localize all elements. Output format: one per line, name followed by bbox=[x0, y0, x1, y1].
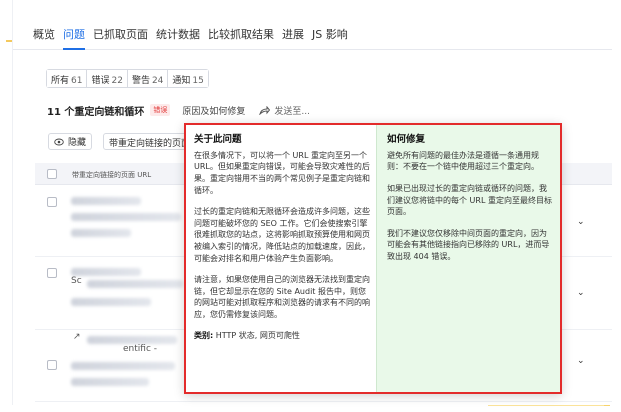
url-blurred bbox=[71, 362, 175, 370]
filter-all[interactable]: 所有 61 bbox=[47, 70, 88, 87]
about-issue-paragraph: 过长的重定向链和无限循环会造成许多问题，这些问题可能破坏您的 SEO 工作。它们… bbox=[194, 207, 370, 263]
issue-filter-group: 所有 61 错误 22 警告 24 通知 15 bbox=[46, 69, 209, 88]
tab-statistics[interactable]: 统计数据 bbox=[156, 20, 200, 50]
why-and-how-link[interactable]: 原因及如何修复 bbox=[182, 104, 245, 117]
expand-chevron-icon[interactable]: ⌄ bbox=[577, 288, 585, 298]
url-blurred bbox=[71, 378, 149, 386]
hide-button[interactable]: 隐藏 bbox=[48, 133, 93, 150]
issue-title: 11 个重定向链和循环 bbox=[47, 106, 145, 118]
tab-overview[interactable]: 概览 bbox=[33, 20, 55, 50]
column-header-url[interactable]: 带重定向链接的页面 URL bbox=[72, 170, 151, 180]
error-badge: 错误 bbox=[150, 104, 171, 116]
how-to-fix-paragraph: 避免所有问题的最佳办法是遵循一条通用规则：不要在一个链中使用超过三个重定向。 bbox=[387, 150, 539, 172]
about-issue-title: 关于此问题 bbox=[194, 134, 242, 145]
row-checkbox[interactable] bbox=[47, 360, 57, 370]
tab-js-impact[interactable]: JS 影响 bbox=[312, 20, 348, 50]
share-arrow-icon bbox=[259, 105, 271, 115]
url-blurred bbox=[71, 298, 151, 306]
issue-category: 类别: HTTP 状态, 网页可爬性 bbox=[194, 330, 370, 342]
url-text: entific - bbox=[123, 344, 157, 354]
select-all-checkbox[interactable] bbox=[47, 169, 57, 179]
about-issue-column: 关于此问题 在很多情况下，可以将一个 URL 重定向至另一个 URL。但如果重定… bbox=[186, 125, 376, 392]
row-checkbox[interactable] bbox=[47, 268, 57, 278]
filter-notices[interactable]: 通知 15 bbox=[168, 70, 208, 87]
external-link-icon[interactable]: ↗ bbox=[73, 332, 81, 342]
tab-crawled-pages[interactable]: 已抓取页面 bbox=[93, 20, 148, 50]
eye-icon bbox=[54, 138, 64, 145]
url-blurred bbox=[71, 213, 181, 221]
tab-issues[interactable]: 问题 bbox=[63, 20, 85, 50]
filter-errors[interactable]: 错误 22 bbox=[87, 70, 128, 87]
expand-chevron-icon[interactable]: ⌄ bbox=[577, 356, 585, 366]
tab-compare-crawls[interactable]: 比较抓取结果 bbox=[208, 20, 274, 50]
how-to-fix-paragraph: 如果已出现过长的重定向链或循环的问题，我们建议您将链中的每个 URL 重定向至最… bbox=[387, 183, 552, 217]
how-to-fix-title: 如何修复 bbox=[387, 134, 426, 145]
url-text: Sc bbox=[71, 276, 82, 286]
url-blurred bbox=[87, 336, 177, 344]
issue-header: 11 个重定向链和循环 错误 原因及如何修复 发送至... bbox=[47, 102, 310, 118]
send-to-label: 发送至... bbox=[274, 106, 311, 117]
hide-label: 隐藏 bbox=[68, 138, 87, 148]
how-to-fix-column: 如何修复 避免所有问题的最佳办法是遵循一条通用规则：不要在一个链中使用超过三个重… bbox=[376, 125, 560, 392]
category-value: HTTP 状态, 网页可爬性 bbox=[215, 331, 300, 341]
url-blurred bbox=[87, 280, 183, 288]
about-issue-paragraph: 在很多情况下，可以将一个 URL 重定向至另一个 URL。但如果重定向错误，可能… bbox=[194, 150, 370, 195]
row-checkbox[interactable] bbox=[47, 197, 57, 207]
url-blurred bbox=[71, 268, 141, 276]
category-label: 类别: bbox=[194, 331, 214, 341]
how-to-fix-paragraph: 我们不建议您仅移除中间页面的重定向，因为可能会有其他链接指向已移除的 URL，进… bbox=[387, 228, 550, 261]
filter-warnings[interactable]: 警告 24 bbox=[127, 70, 169, 87]
expand-chevron-icon[interactable]: ⌄ bbox=[577, 217, 585, 227]
about-issue-paragraph: 请注意，如果您使用自己的浏览器无法找到重定向链，但它却显示在您的 Site Au… bbox=[194, 275, 370, 319]
tab-bar: 概览 问题 已抓取页面 统计数据 比较抓取结果 进展 JS 影响 bbox=[13, 20, 612, 50]
url-blurred bbox=[71, 229, 131, 237]
send-to-button[interactable]: 发送至... bbox=[259, 104, 310, 117]
url-blurred bbox=[71, 197, 141, 205]
tab-progress[interactable]: 进展 bbox=[282, 20, 304, 50]
issue-info-popover: 关于此问题 在很多情况下，可以将一个 URL 重定向至另一个 URL。但如果重定… bbox=[184, 123, 562, 394]
